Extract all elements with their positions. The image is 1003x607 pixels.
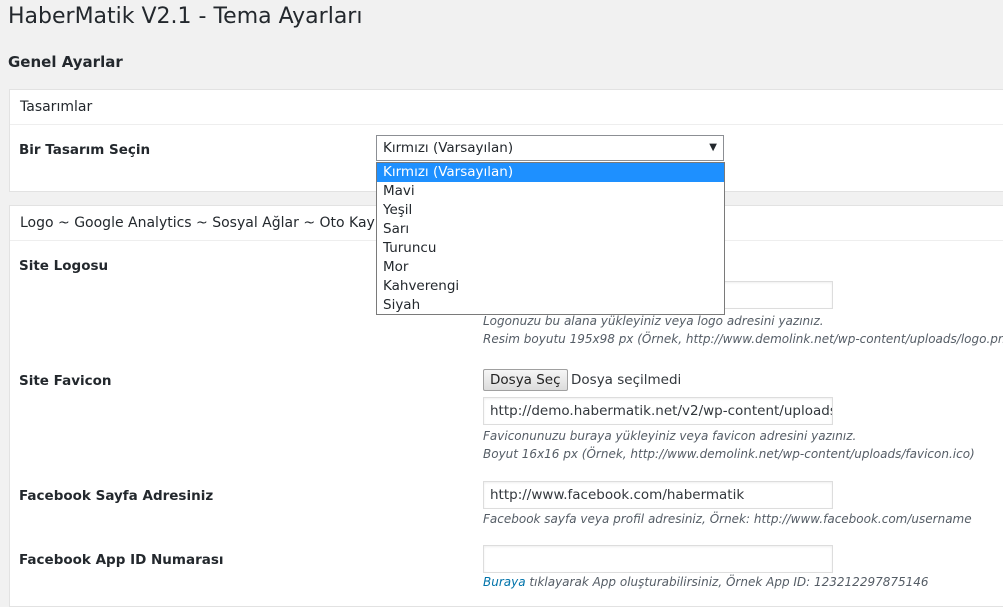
design-option-turuncu[interactable]: Turuncu <box>377 239 724 258</box>
facebook-page-help: Facebook sayfa veya profil adresiniz, Ör… <box>483 512 972 526</box>
file-status-text: Dosya seçilmedi <box>571 372 682 388</box>
design-select-label: Bir Tasarım Seçin <box>19 142 151 158</box>
facebook-page-label: Facebook Sayfa Adresiniz <box>19 488 214 504</box>
design-option-sari[interactable]: Sarı <box>377 220 724 239</box>
page-title: HaberMatik V2.1 - Tema Ayarları <box>8 4 363 29</box>
site-favicon-label: Site Favicon <box>19 373 112 389</box>
design-option-kahverengi[interactable]: Kahverengi <box>377 277 724 296</box>
facebook-app-help: Buraya tıklayarak App oluşturabilirsiniz… <box>483 575 929 589</box>
site-favicon-input[interactable]: http://demo.habermatik.net/v2/wp-content… <box>483 397 833 425</box>
choose-file-button[interactable]: Dosya Seç <box>483 369 568 391</box>
design-option-yesil[interactable]: Yeşil <box>377 201 724 220</box>
site-logo-label: Site Logosu <box>19 258 109 274</box>
design-option-mor[interactable]: Mor <box>377 258 724 277</box>
chevron-down-icon: ▼ <box>709 142 717 153</box>
design-select-dropdown: Kırmızı (Varsayılan) Mavi Yeşil Sarı Tur… <box>376 162 725 315</box>
facebook-app-id-input[interactable] <box>483 545 833 573</box>
facebook-app-id-label: Facebook App ID Numarası <box>19 552 224 568</box>
site-favicon-help-2: Boyut 16x16 px (Örnek, http://www.demoli… <box>483 447 975 461</box>
site-logo-help-1: Logonuzu bu alana yükleyiniz veya logo a… <box>483 314 824 328</box>
design-option-siyah[interactable]: Siyah <box>377 296 724 315</box>
create-app-link[interactable]: Buraya <box>483 575 526 589</box>
design-select[interactable]: Kırmızı (Varsayılan) ▼ <box>376 135 724 161</box>
section-title: Genel Ayarlar <box>8 53 123 71</box>
facebook-app-help-text: tıklayarak App oluşturabilirsiniz, Örnek… <box>525 575 929 589</box>
design-box-header: Tasarımlar <box>10 90 1003 125</box>
design-select-value: Kırmızı (Varsayılan) <box>383 140 514 156</box>
design-option-mavi[interactable]: Mavi <box>377 182 724 201</box>
facebook-page-input[interactable]: http://www.facebook.com/habermatik <box>483 481 833 509</box>
design-option-kirmizi[interactable]: Kırmızı (Varsayılan) <box>377 163 724 182</box>
site-favicon-help-1: Faviconunuzu buraya yükleyiniz veya favi… <box>483 429 857 443</box>
site-logo-help-2: Resim boyutu 195x98 px (Örnek, http://ww… <box>483 332 1003 346</box>
